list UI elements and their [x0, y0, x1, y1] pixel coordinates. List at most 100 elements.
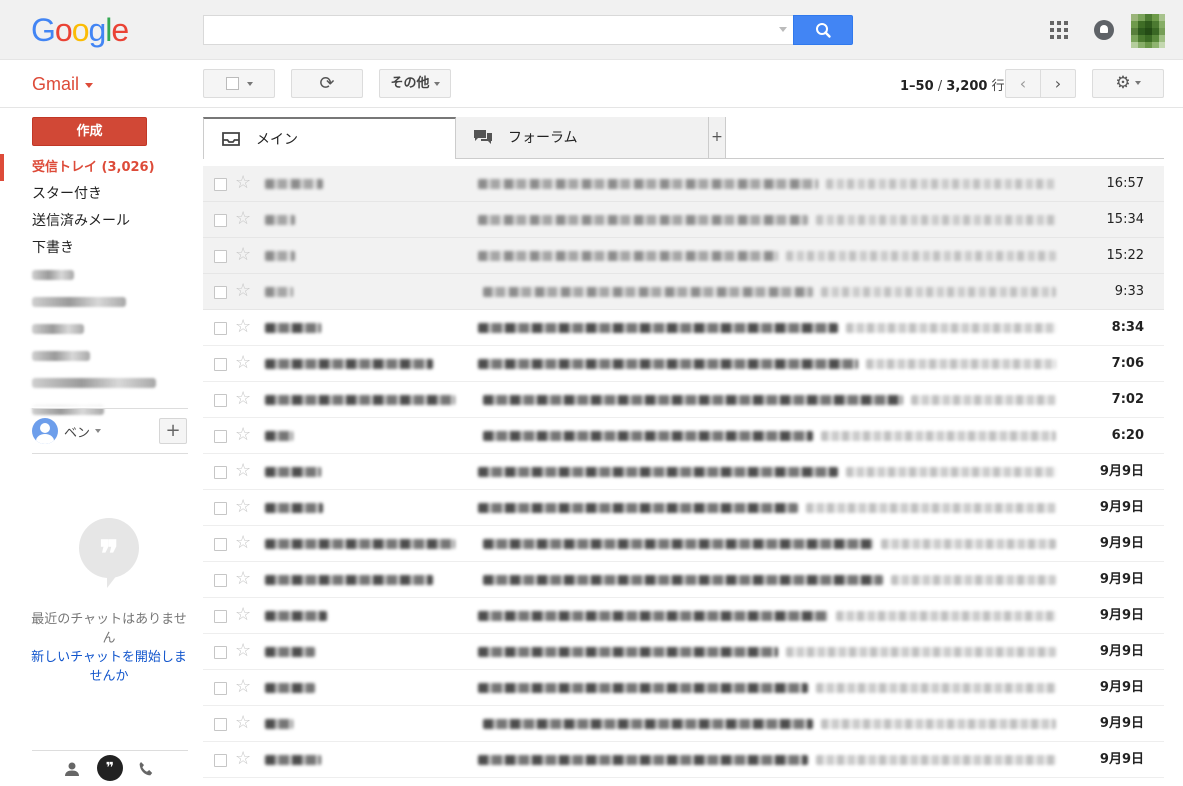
message-subject-blurred: [478, 683, 808, 693]
star-icon[interactable]: ☆: [235, 497, 251, 517]
message-checkbox[interactable]: [214, 718, 227, 731]
chevron-down-icon[interactable]: [95, 429, 101, 433]
message-row[interactable]: ☆ 15:22: [203, 238, 1164, 274]
settings-button[interactable]: ⚙: [1092, 69, 1164, 98]
message-checkbox[interactable]: [214, 430, 227, 443]
star-icon[interactable]: ☆: [235, 389, 251, 409]
more-actions-button[interactable]: その他: [379, 69, 451, 98]
message-checkbox[interactable]: [214, 394, 227, 407]
add-tab-button[interactable]: +: [708, 117, 726, 159]
sidebar-item-sent[interactable]: 送信済みメール: [0, 208, 188, 235]
message-checkbox[interactable]: [214, 322, 227, 335]
message-checkbox[interactable]: [214, 538, 227, 551]
person-icon: [65, 762, 79, 776]
message-snippet-blurred: [816, 683, 1056, 693]
message-row[interactable]: ☆ 9月9日: [203, 490, 1164, 526]
message-checkbox[interactable]: [214, 286, 227, 299]
hangouts-tab-icon[interactable]: ❞: [97, 755, 123, 781]
message-row[interactable]: ☆ 9:33: [203, 274, 1164, 310]
pagination-separator: /: [933, 79, 947, 94]
star-icon[interactable]: ☆: [235, 569, 251, 589]
start-new-chat-link[interactable]: 新しいチャットを開始しませんか: [28, 648, 190, 686]
star-icon[interactable]: ☆: [235, 209, 251, 229]
sidebar-item-label-blurred[interactable]: [0, 262, 188, 289]
message-date: 9月9日: [1099, 572, 1144, 587]
message-checkbox[interactable]: [214, 754, 227, 767]
apps-grid-icon[interactable]: [1050, 21, 1068, 39]
message-checkbox[interactable]: [214, 250, 227, 263]
message-sender-blurred: [265, 359, 433, 369]
message-row[interactable]: ☆ 9月9日: [203, 454, 1164, 490]
star-icon[interactable]: ☆: [235, 425, 251, 445]
star-icon[interactable]: ☆: [235, 245, 251, 265]
chat-user-name[interactable]: ベン: [64, 422, 90, 441]
new-chat-button[interactable]: +: [159, 418, 187, 444]
message-checkbox[interactable]: [214, 574, 227, 587]
message-checkbox[interactable]: [214, 682, 227, 695]
account-avatar[interactable]: [1131, 14, 1165, 48]
tab-forums[interactable]: フォーラム: [456, 117, 708, 159]
message-row[interactable]: ☆ 9月9日: [203, 706, 1164, 742]
star-icon[interactable]: ☆: [235, 677, 251, 697]
select-all-button[interactable]: [203, 69, 275, 98]
search-options-caret-icon[interactable]: [779, 27, 787, 32]
message-row[interactable]: ☆ 16:57: [203, 166, 1164, 202]
star-icon[interactable]: ☆: [235, 317, 251, 337]
message-row[interactable]: ☆ 9月9日: [203, 526, 1164, 562]
star-icon[interactable]: ☆: [235, 749, 251, 769]
pagination-total: 3,200: [946, 79, 988, 94]
message-row[interactable]: ☆ 7:06: [203, 346, 1164, 382]
notifications-bell-icon[interactable]: [1094, 20, 1114, 40]
tab-primary[interactable]: メイン: [203, 117, 456, 159]
message-row[interactable]: ☆ 9月9日: [203, 634, 1164, 670]
search-icon: [816, 23, 831, 38]
message-subject-blurred: [478, 179, 818, 189]
message-checkbox[interactable]: [214, 610, 227, 623]
search-button[interactable]: [793, 15, 853, 45]
newer-page-button[interactable]: ‹: [1005, 69, 1041, 98]
sidebar-item-label-blurred[interactable]: [0, 289, 188, 316]
star-icon[interactable]: ☆: [235, 173, 251, 193]
sidebar-item-drafts[interactable]: 下書き: [0, 235, 188, 262]
phone-tab-icon[interactable]: [135, 758, 157, 780]
message-row[interactable]: ☆ 8:34: [203, 310, 1164, 346]
sidebar-item-label-blurred[interactable]: [0, 316, 188, 343]
sidebar-item-label-blurred[interactable]: [0, 343, 188, 370]
message-checkbox[interactable]: [214, 502, 227, 515]
message-row[interactable]: ☆ 9月9日: [203, 670, 1164, 706]
message-row[interactable]: ☆ 9月9日: [203, 598, 1164, 634]
star-icon[interactable]: ☆: [235, 533, 251, 553]
message-checkbox[interactable]: [214, 466, 227, 479]
message-subject-blurred: [478, 359, 858, 369]
message-checkbox[interactable]: [214, 178, 227, 191]
chat-user-avatar[interactable]: [32, 418, 58, 444]
sidebar-item-starred[interactable]: スター付き: [0, 181, 188, 208]
compose-button[interactable]: 作成: [32, 117, 147, 146]
star-icon[interactable]: ☆: [235, 461, 251, 481]
sidebar-item-inbox[interactable]: 受信トレイ (3,026): [0, 154, 188, 181]
message-row[interactable]: ☆ 9月9日: [203, 742, 1164, 778]
message-row[interactable]: ☆ 7:02: [203, 382, 1164, 418]
star-icon[interactable]: ☆: [235, 353, 251, 373]
refresh-button[interactable]: ⟳: [291, 69, 363, 98]
message-subject-blurred: [478, 215, 808, 225]
message-row[interactable]: ☆ 6:20: [203, 418, 1164, 454]
star-icon[interactable]: ☆: [235, 641, 251, 661]
message-row[interactable]: ☆ 15:34: [203, 202, 1164, 238]
older-page-button[interactable]: ›: [1040, 69, 1076, 98]
star-icon[interactable]: ☆: [235, 281, 251, 301]
gmail-app-menu[interactable]: Gmail: [32, 74, 94, 95]
google-logo[interactable]: Google: [31, 12, 129, 49]
message-sender-blurred: [265, 179, 323, 189]
message-checkbox[interactable]: [214, 358, 227, 371]
star-icon[interactable]: ☆: [235, 605, 251, 625]
message-list: ☆ 16:57 ☆ 15:34 ☆ 15:22 ☆ 9:33 ☆ 8:34 ☆ 7:06 ☆ 7:02 ☆ 6…: [203, 166, 1164, 778]
search-field[interactable]: [204, 16, 774, 44]
message-checkbox[interactable]: [214, 646, 227, 659]
message-checkbox[interactable]: [214, 214, 227, 227]
message-date: 9:33: [1114, 284, 1144, 299]
message-row[interactable]: ☆ 9月9日: [203, 562, 1164, 598]
star-icon[interactable]: ☆: [235, 713, 251, 733]
search-input[interactable]: [203, 15, 794, 45]
contacts-tab-person-icon[interactable]: [61, 758, 83, 780]
